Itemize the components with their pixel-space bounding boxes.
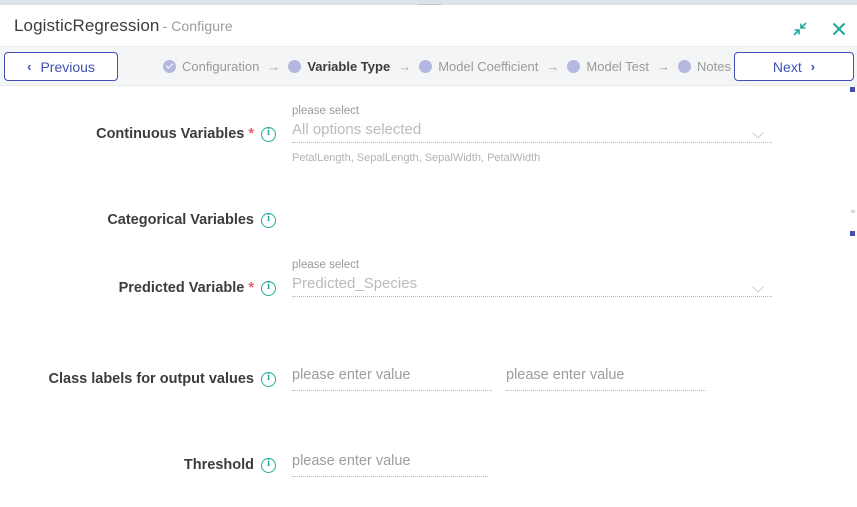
info-icon[interactable]	[261, 280, 276, 296]
info-icon[interactable]	[261, 371, 276, 387]
text-input-placeholder: please enter value	[292, 367, 411, 383]
select-box[interactable]: All options selected	[292, 118, 772, 143]
info-icon[interactable]	[261, 457, 276, 473]
step-label: Configuration	[182, 59, 260, 74]
select-box[interactable]: Predicted_Species	[292, 272, 772, 297]
field-label-text: Categorical Variables	[107, 212, 254, 228]
configure-form: Continuous Variables*please selectAll op…	[0, 86, 857, 507]
field-label-text: Continuous Variables	[96, 126, 245, 142]
edge-marker	[850, 231, 855, 236]
field-underline	[292, 390, 492, 391]
step-dot-icon	[567, 60, 581, 73]
select-value: Predicted_Species	[292, 275, 418, 292]
select-value: All options selected	[292, 121, 422, 138]
step-arrow-icon: →	[398, 59, 412, 74]
wizard-stepper: Configuration → Variable Type → Model Coeffi…	[163, 47, 731, 86]
required-asterisk: *	[248, 126, 254, 142]
next-button-label: Next	[772, 58, 802, 75]
field-underline	[292, 296, 772, 297]
close-icon[interactable]	[829, 19, 849, 39]
select-hint: please select	[292, 105, 360, 117]
step-label: Notes	[697, 59, 732, 74]
title-bar: LogisticRegression - Configure	[0, 5, 857, 47]
step-notes[interactable]: Notes	[678, 59, 731, 74]
configure-dialog: LogisticRegression - Configure ‹ Previous…	[0, 0, 857, 507]
field-helper-text: PetalLength, SepalLength, SepalWidth, Pe…	[292, 152, 541, 164]
step-arrow-icon: →	[546, 59, 560, 74]
field-label: Threshold	[0, 457, 276, 473]
step-label: Model Test	[586, 59, 650, 74]
step-check-icon	[163, 60, 176, 73]
field-label: Continuous Variables *	[0, 126, 276, 142]
step-dot-icon	[678, 60, 692, 73]
wizard-toolbar: ‹ Previous Configuration → Variable Type → M…	[0, 47, 857, 86]
info-icon[interactable]	[261, 212, 276, 228]
field-underline	[292, 476, 488, 477]
page-title: LogisticRegression - Configure	[14, 16, 233, 36]
field-label: Predicted Variable *	[0, 280, 276, 296]
step-configuration[interactable]: Configuration	[163, 59, 259, 74]
step-model-coefficient[interactable]: Model Coefficient	[419, 59, 538, 74]
step-dot-icon	[419, 60, 433, 73]
previous-button[interactable]: ‹ Previous	[4, 52, 118, 81]
step-arrow-icon: →	[267, 59, 281, 74]
chevron-right-icon: ›	[810, 59, 816, 74]
field-label-text: Class labels for output values	[48, 371, 254, 387]
select-field[interactable]: please select All options selected PetalLe…	[292, 104, 772, 164]
field-underline	[506, 390, 706, 391]
edge-marker	[851, 210, 855, 213]
step-dot-icon	[288, 60, 302, 73]
text-input-field[interactable]: please enter value	[292, 364, 492, 391]
select-hint: please select	[292, 259, 360, 271]
next-button[interactable]: Next ›	[734, 52, 854, 81]
required-asterisk: *	[248, 280, 254, 296]
text-input-field[interactable]: please enter value	[506, 364, 706, 391]
step-label: Model Coefficient	[438, 59, 539, 74]
field-label-text: Predicted Variable	[118, 280, 245, 296]
info-icon[interactable]	[261, 126, 276, 142]
field-underline	[292, 142, 772, 143]
edge-marker	[850, 87, 855, 92]
step-variable-type[interactable]: Variable Type	[288, 59, 390, 74]
previous-button-label: Previous	[40, 58, 95, 75]
page-title-subtitle: - Configure	[162, 18, 233, 34]
field-label-text: Threshold	[183, 457, 254, 473]
page-title-main: LogisticRegression	[14, 16, 160, 35]
field-label: Class labels for output values	[0, 371, 276, 387]
step-arrow-icon: →	[657, 59, 671, 74]
select-field[interactable]: please select Predicted_Species	[292, 258, 772, 297]
field-label: Categorical Variables	[0, 212, 276, 228]
text-input-placeholder: please enter value	[292, 453, 411, 469]
chevron-left-icon: ‹	[27, 59, 32, 74]
step-label: Variable Type	[307, 59, 391, 74]
step-model-test[interactable]: Model Test	[567, 59, 649, 74]
text-input-field[interactable]: please enter value	[292, 450, 488, 477]
text-input-placeholder: please enter value	[506, 367, 625, 383]
collapse-icon[interactable]	[790, 19, 810, 39]
